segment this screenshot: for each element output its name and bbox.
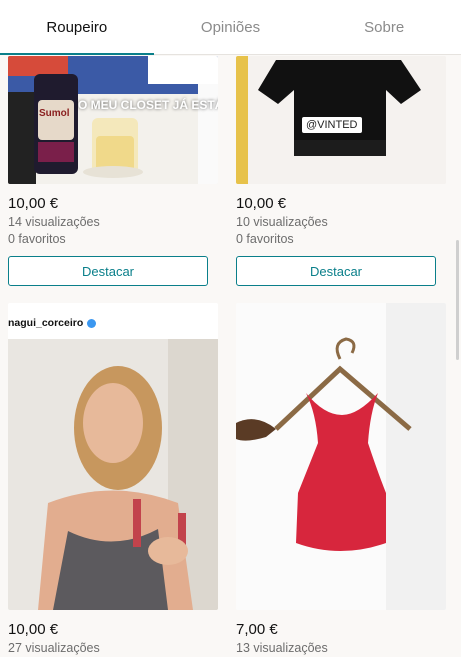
item-card[interactable]: O MEU CLOSET JÁ ESTÁ DISPONÍVEL!! Sumol …	[8, 56, 218, 286]
tab-wardrobe[interactable]: Roupeiro	[0, 0, 154, 55]
item-photo[interactable]: @VINTED	[236, 56, 446, 184]
item-views: 10 visualizações	[236, 215, 328, 229]
item-photo[interactable]: nagui_corceiro	[8, 303, 218, 610]
vinted-tag: @VINTED	[302, 117, 362, 133]
can-label: Sumol	[39, 108, 70, 119]
tab-about[interactable]: Sobre	[307, 0, 461, 54]
item-price: 10,00 €	[8, 621, 59, 638]
item-card[interactable]: nagui_corceiro 10,00 € 27 visualizações	[8, 303, 218, 657]
item-photo[interactable]: O MEU CLOSET JÁ ESTÁ DISPONÍVEL!! Sumol	[8, 56, 218, 184]
item-photo[interactable]	[236, 303, 446, 610]
username-text: nagui_corceiro	[8, 317, 84, 329]
item-photo-graphic	[8, 56, 218, 184]
verified-badge-icon	[87, 318, 97, 328]
tab-bar: Roupeiro Opiniões Sobre	[0, 0, 461, 55]
story-username: nagui_corceiro	[8, 317, 97, 329]
highlight-button[interactable]: Destacar	[236, 256, 436, 286]
item-views: 13 visualizações	[236, 641, 328, 655]
item-price: 7,00 €	[236, 621, 278, 638]
item-price: 10,00 €	[236, 195, 287, 212]
story-overlay-text: O MEU CLOSET JÁ ESTÁ DISPONÍVEL!!	[78, 98, 218, 112]
item-price: 10,00 €	[8, 195, 59, 212]
item-views: 27 visualizações	[8, 641, 100, 655]
highlight-button[interactable]: Destacar	[8, 256, 208, 286]
item-photo-graphic	[8, 303, 218, 610]
item-favorites: 0 favoritos	[236, 232, 294, 246]
item-photo-graphic	[236, 303, 446, 610]
item-views: 14 visualizações	[8, 215, 100, 229]
item-card[interactable]: @VINTED 10,00 € 10 visualizações 0 favor…	[236, 56, 446, 286]
item-card[interactable]: 7,00 € 13 visualizações	[236, 303, 446, 657]
scrollbar[interactable]	[456, 240, 459, 360]
item-favorites: 0 favoritos	[8, 232, 66, 246]
tab-reviews[interactable]: Opiniões	[154, 0, 308, 54]
